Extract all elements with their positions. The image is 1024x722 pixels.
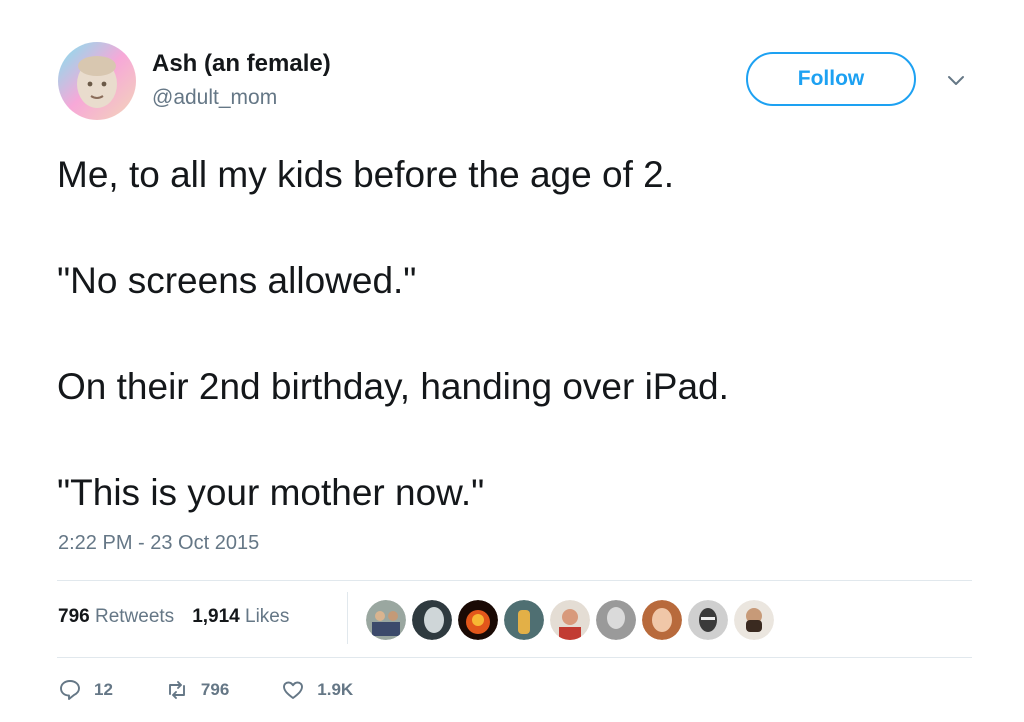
liker-avatar[interactable] (412, 600, 452, 640)
follow-button[interactable]: Follow (746, 52, 916, 106)
tweet-text: Me, to all my kids before the age of 2. … (57, 148, 987, 572)
liker-avatar[interactable] (596, 600, 636, 640)
liker-avatars (366, 600, 774, 640)
retweet-icon (165, 678, 189, 702)
divider (57, 657, 972, 658)
tweet-line: On their 2nd birthday, handing over iPad… (57, 366, 729, 407)
reply-count: 12 (94, 680, 113, 699)
divider (57, 580, 972, 581)
retweets-stat[interactable]: 796 Retweets (58, 606, 174, 628)
retweet-button[interactable]: 796 (165, 678, 229, 702)
reply-button[interactable]: 12 (58, 678, 113, 702)
author-name[interactable]: Ash (an female) (152, 50, 331, 78)
reply-icon (58, 678, 82, 702)
likes-stat[interactable]: 1,914 Likes (192, 606, 289, 628)
tweet-line: "This is your mother now." (57, 472, 485, 513)
liker-avatar[interactable] (504, 600, 544, 640)
vertical-divider (347, 592, 348, 644)
avatar[interactable] (58, 42, 136, 120)
retweet-count: 796 (200, 680, 230, 699)
tweet-timestamp[interactable]: 2:22 PM - 23 Oct 2015 (58, 532, 259, 555)
likes-label: Likes (245, 606, 290, 627)
liker-avatar[interactable] (734, 600, 774, 640)
likes-count: 1,914 (192, 606, 240, 627)
tweet-line: "No screens allowed." (57, 260, 417, 301)
liker-avatar[interactable] (366, 600, 406, 640)
like-count: 1.9K (317, 680, 354, 699)
liker-avatar[interactable] (642, 600, 682, 640)
tweet-line: Me, to all my kids before the age of 2. (57, 154, 674, 195)
heart-icon (281, 678, 305, 702)
author-handle[interactable]: @adult_mom (152, 86, 277, 110)
like-button[interactable]: 1.9K (281, 678, 353, 702)
liker-avatar[interactable] (458, 600, 498, 640)
liker-avatar[interactable] (550, 600, 590, 640)
tweet-actions: 12 796 1.9K (58, 678, 405, 702)
engagement-stats: 796 Retweets 1,914 Likes (58, 606, 289, 628)
chevron-down-icon[interactable] (946, 70, 966, 90)
liker-avatar[interactable] (688, 600, 728, 640)
retweets-label: Retweets (94, 606, 175, 627)
retweets-count: 796 (58, 606, 90, 627)
